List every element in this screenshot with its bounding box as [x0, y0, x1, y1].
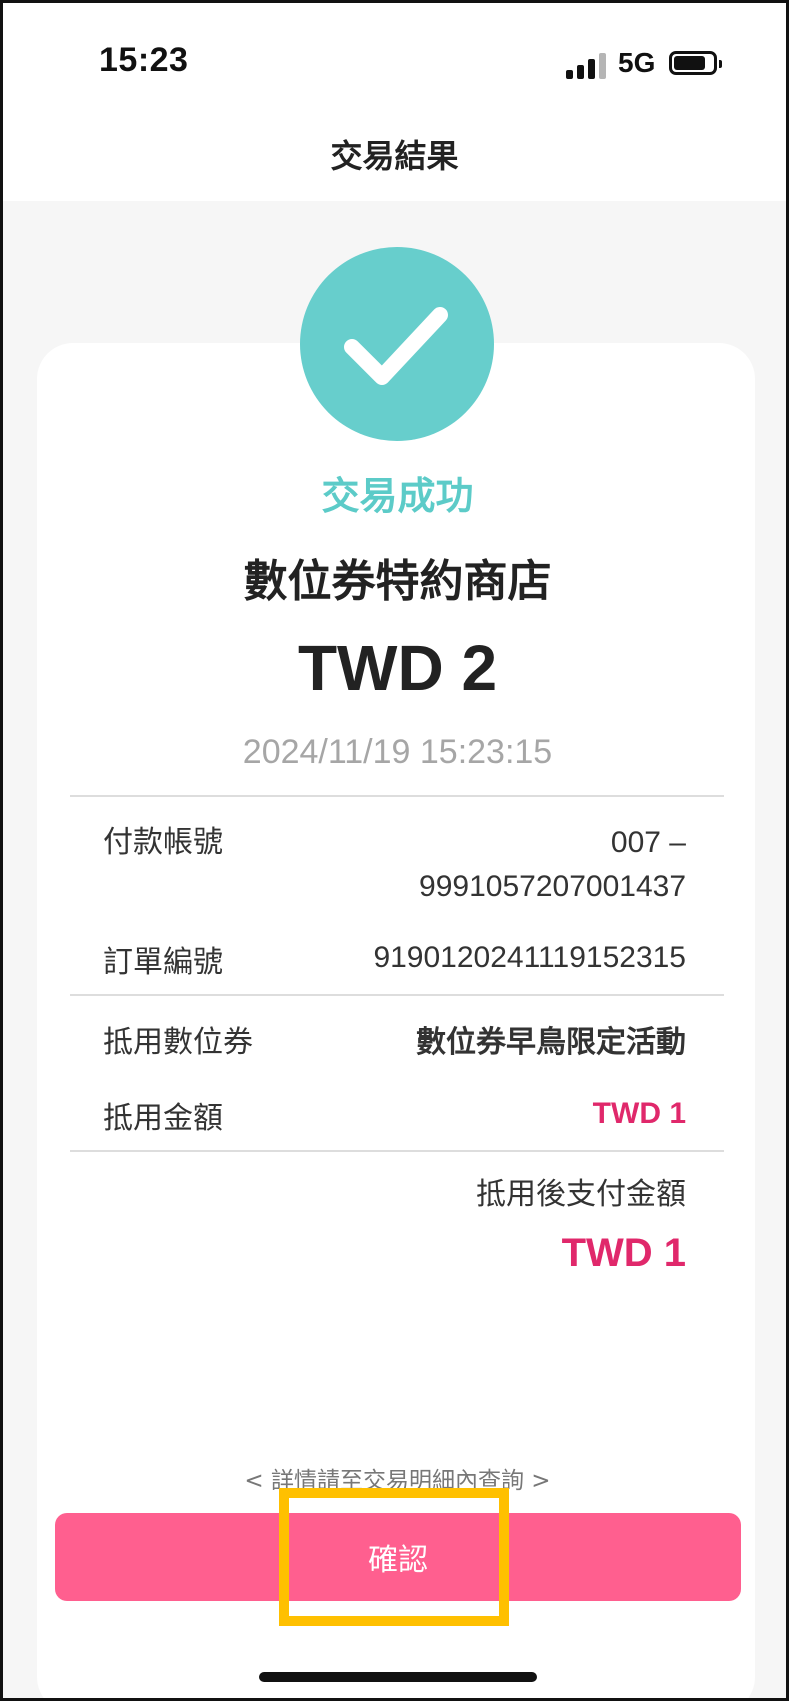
divider: [70, 994, 724, 996]
account-value-line1: 007 –: [610, 826, 686, 859]
order-label: 訂單編號: [103, 945, 223, 980]
transaction-datetime: 2024/11/19 15:23:15: [242, 733, 553, 771]
signal-icon: [566, 53, 608, 79]
order-value: 9190120241119152315: [373, 941, 686, 974]
phone-screen: 15:23 5G 交易結果 交易成功 數位券特約商店 TWD 2 2024/11…: [0, 0, 789, 1701]
account-value: 007 – 9991057207001437: [326, 821, 686, 909]
account-value-line2: 9991057207001437: [419, 870, 686, 903]
transaction-status: 交易成功: [321, 474, 474, 518]
status-time: 15:23: [99, 41, 189, 79]
check-circle-icon: [300, 247, 494, 441]
home-indicator[interactable]: [259, 1672, 537, 1682]
battery-icon: [669, 51, 722, 75]
voucher-label: 抵用數位券: [103, 1025, 253, 1060]
details-hint: < 詳情請至交易明細內查詢 >: [244, 1468, 551, 1494]
divider: [70, 795, 724, 797]
network-label: 5G: [618, 47, 656, 78]
final-amount-value: TWD 1: [561, 1231, 686, 1275]
divider: [70, 1150, 724, 1152]
page-title: 交易結果: [330, 137, 459, 175]
confirm-button[interactable]: 確認: [55, 1513, 741, 1601]
transaction-amount: TWD 2: [297, 632, 498, 704]
merchant-name: 數位券特約商店: [243, 556, 552, 607]
account-label: 付款帳號: [103, 825, 223, 860]
confirm-button-label: 確認: [368, 1543, 428, 1578]
nav-bar: 交易結果: [3, 123, 786, 201]
status-bar: 15:23 5G: [3, 3, 786, 123]
final-amount-label: 抵用後支付金額: [476, 1177, 686, 1212]
voucher-value: 數位券早鳥限定活動: [416, 1025, 686, 1060]
discount-label: 抵用金額: [103, 1101, 223, 1136]
discount-value: TWD 1: [592, 1097, 686, 1130]
